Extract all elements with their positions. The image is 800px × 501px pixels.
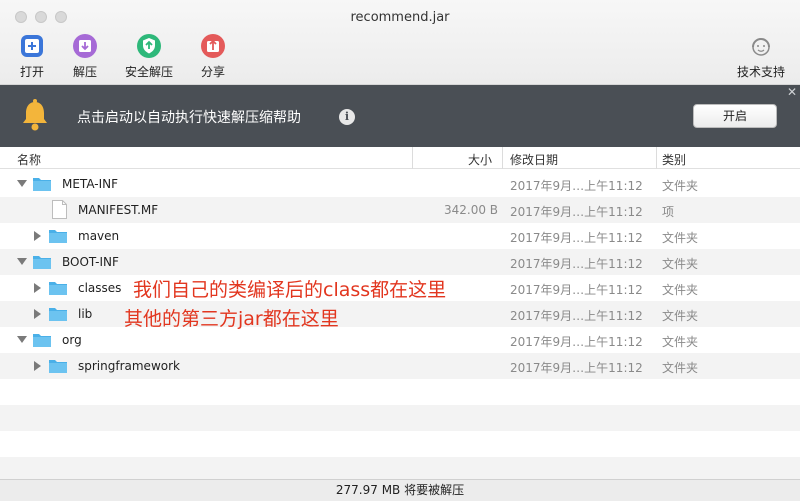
file-kind: 文件夹 <box>662 257 699 271</box>
file-kind: 项 <box>662 205 675 219</box>
file-kind: 文件夹 <box>662 361 699 375</box>
column-header: 名称 大小 修改日期 类别 <box>0 147 800 169</box>
empty-row <box>0 431 800 457</box>
file-name: META-INF <box>62 177 119 191</box>
headset-support-icon <box>752 38 770 56</box>
folder-icon <box>33 178 51 191</box>
file-date: 2017年9月…上午11:12 <box>510 309 643 323</box>
disclosure-collapsed-icon[interactable] <box>34 361 41 371</box>
folder-icon <box>49 230 67 243</box>
folder-icon <box>49 282 67 295</box>
folder-icon <box>33 256 51 269</box>
column-divider[interactable] <box>502 147 503 169</box>
status-bar: 277.97 MB 将要被解压 <box>0 479 800 501</box>
column-size[interactable]: 大小 <box>468 151 492 168</box>
banner-close-icon[interactable]: ✕ <box>784 85 800 99</box>
column-kind[interactable]: 类别 <box>662 151 686 168</box>
file-name: lib <box>78 307 93 321</box>
file-date: 2017年9月…上午11:12 <box>510 361 643 375</box>
open-archive-icon <box>21 35 43 57</box>
disclosure-expanded-icon[interactable] <box>17 180 27 187</box>
file-name: BOOT-INF <box>62 255 119 269</box>
shield-icon <box>137 34 161 58</box>
disclosure-collapsed-icon[interactable] <box>34 231 41 241</box>
table-row[interactable]: MANIFEST.MF 342.00 B 2017年9月…上午11:12 项 <box>0 197 800 223</box>
table-row[interactable]: springframework 2017年9月…上午11:12 文件夹 <box>0 353 800 379</box>
column-modified[interactable]: 修改日期 <box>510 151 558 168</box>
file-date: 2017年9月…上午11:12 <box>510 179 643 193</box>
folder-icon <box>33 334 51 347</box>
file-date: 2017年9月…上午11:12 <box>510 283 643 297</box>
file-kind: 文件夹 <box>662 309 699 323</box>
bell-icon <box>23 99 47 131</box>
file-date: 2017年9月…上午11:12 <box>510 205 643 219</box>
table-row[interactable]: org 2017年9月…上午11:12 文件夹 <box>0 327 800 353</box>
table-row[interactable]: maven 2017年9月…上午11:12 文件夹 <box>0 223 800 249</box>
file-kind: 文件夹 <box>662 231 699 245</box>
disclosure-expanded-icon[interactable] <box>17 336 27 343</box>
disclosure-expanded-icon[interactable] <box>17 258 27 265</box>
extract-button[interactable]: 解压 <box>53 32 117 80</box>
column-divider[interactable] <box>656 147 657 169</box>
file-name: maven <box>78 229 120 243</box>
secure-extract-button[interactable]: 安全解压 <box>117 32 181 80</box>
enable-button[interactable]: 开启 <box>693 104 777 128</box>
tech-support-label: 技术支持 <box>736 65 785 79</box>
empty-row <box>0 379 800 405</box>
file-kind: 文件夹 <box>662 335 699 349</box>
file-kind: 文件夹 <box>662 283 699 297</box>
column-name[interactable]: 名称 <box>17 151 41 168</box>
file-name: classes <box>78 281 122 295</box>
file-name: MANIFEST.MF <box>78 203 159 217</box>
window-title: recommend.jar <box>350 10 450 25</box>
document-icon <box>52 200 67 219</box>
file-name: springframework <box>78 359 180 373</box>
folder-icon <box>49 308 67 321</box>
banner-message: 点击启动以自动执行快速解压缩帮助 <box>77 110 301 126</box>
share-label: 分享 <box>200 65 225 79</box>
title-bar: recommend.jar 打开 解压 安全解压 分享 技术支持 <box>0 0 800 85</box>
file-date: 2017年9月…上午11:12 <box>510 231 643 245</box>
disclosure-collapsed-icon[interactable] <box>34 283 41 293</box>
info-icon[interactable]: i <box>339 109 355 125</box>
share-icon <box>201 34 225 58</box>
file-date: 2017年9月…上午11:12 <box>510 335 643 349</box>
tech-support-button[interactable]: 技术支持 <box>729 32 793 80</box>
file-kind: 文件夹 <box>662 179 699 193</box>
table-row[interactable]: lib 2017年9月…上午11:12 文件夹 <box>0 301 800 327</box>
file-date: 2017年9月…上午11:12 <box>510 257 643 271</box>
annotation-lib: 其他的第三方jar都在这里 <box>124 308 339 330</box>
quick-extract-banner: 点击启动以自动执行快速解压缩帮助 <box>0 85 800 147</box>
empty-row <box>0 405 800 431</box>
extract-icon <box>73 34 97 58</box>
table-row[interactable]: META-INF 2017年9月…上午11:12 文件夹 <box>0 171 800 197</box>
disclosure-collapsed-icon[interactable] <box>34 309 41 319</box>
table-row[interactable]: BOOT-INF 2017年9月…上午11:12 文件夹 <box>0 249 800 275</box>
folder-icon <box>49 360 67 373</box>
extract-label: 解压 <box>72 65 97 79</box>
share-button[interactable]: 分享 <box>181 32 245 80</box>
file-name: org <box>62 333 82 347</box>
file-size: 342.00 B <box>444 203 499 217</box>
secure-extract-label: 安全解压 <box>124 65 173 79</box>
annotation-classes: 我们自己的类编译后的class都在这里 <box>133 279 447 301</box>
empty-row <box>0 457 800 479</box>
column-divider[interactable] <box>412 147 413 169</box>
